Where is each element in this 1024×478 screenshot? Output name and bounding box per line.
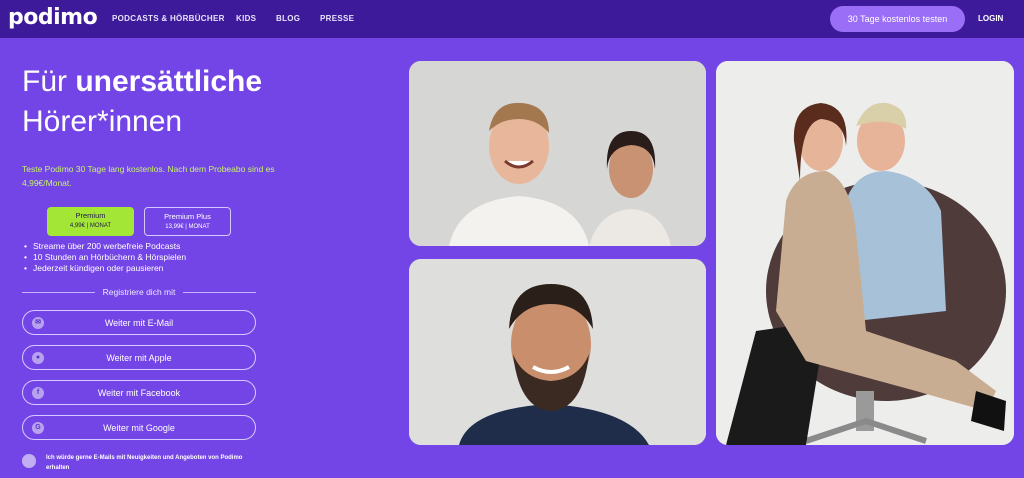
plan-premium-price: 4,99€ | MONAT xyxy=(69,223,112,229)
hero-title-bold: unersättliche xyxy=(75,65,263,98)
facebook-signup-button[interactable]: f Weiter mit Facebook xyxy=(22,380,256,405)
hosts-photo-duo xyxy=(409,61,706,246)
hero-title-line2: Hörer*innen xyxy=(22,105,183,138)
couple-photo-image xyxy=(716,61,1014,445)
apple-icon: ● xyxy=(32,352,44,364)
google-signup-button[interactable]: G Weiter mit Google xyxy=(22,415,256,440)
newsletter-consent-text: Ich würde gerne E-Mails mit Neuigkeiten … xyxy=(46,455,243,471)
plan-premium-name: Premium xyxy=(75,211,106,220)
apple-signup-button[interactable]: ● Weiter mit Apple xyxy=(22,345,256,370)
host-photo-single-image xyxy=(409,259,706,445)
plan-premium-plus-price: 13,99€ | MONAT xyxy=(165,224,210,230)
register-divider: Registriere dich mit xyxy=(22,286,256,298)
nav-podcasts-hoerbuecher[interactable]: PODCASTS & HÖRBÜCHER xyxy=(112,14,225,23)
facebook-icon: f xyxy=(32,387,44,399)
couple-photo xyxy=(716,61,1014,445)
facebook-signup-label: Weiter mit Facebook xyxy=(97,387,181,398)
feature-item: 10 Stunden an Hörbüchern & Hörspielen xyxy=(24,252,186,263)
feature-item: Jederzeit kündigen oder pausieren xyxy=(24,263,186,274)
apple-signup-label: Weiter mit Apple xyxy=(106,352,172,363)
podimo-logo[interactable]: podimo xyxy=(8,5,98,30)
login-link[interactable]: LOGIN xyxy=(978,14,1003,23)
mail-icon: ✉ xyxy=(32,317,44,329)
register-label: Registriere dich mit xyxy=(102,287,176,297)
hero-title-prefix: Für xyxy=(22,65,67,98)
plan-premium-plus-name: Premium Plus xyxy=(164,212,211,221)
nav-kids[interactable]: KIDS xyxy=(236,14,256,23)
feature-list: Streame über 200 werbefreie Podcasts 10 … xyxy=(24,241,186,274)
newsletter-checkbox[interactable] xyxy=(22,454,36,468)
email-signup-button[interactable]: ✉ Weiter mit E-Mail xyxy=(22,310,256,335)
host-photo-single xyxy=(409,259,706,445)
divider-line xyxy=(22,291,95,293)
free-trial-button[interactable]: 30 Tage kostenlos testen xyxy=(830,6,965,32)
google-signup-label: Weiter mit Google xyxy=(103,422,175,433)
email-signup-label: Weiter mit E-Mail xyxy=(104,317,174,328)
nav-presse[interactable]: PRESSE xyxy=(320,14,354,23)
google-icon: G xyxy=(32,422,44,434)
hero-title: Für unersättliche Hörer*innen xyxy=(22,62,382,142)
feature-item: Streame über 200 werbefreie Podcasts xyxy=(24,241,186,252)
trial-description: Teste Podimo 30 Tage lang kostenlos. Nac… xyxy=(22,164,275,188)
divider-line xyxy=(183,291,256,293)
top-navigation-bar: podimo PODCASTS & HÖRBÜCHER KIDS BLOG PR… xyxy=(0,0,1024,38)
nav-blog[interactable]: BLOG xyxy=(276,14,300,23)
plan-premium[interactable]: Premium 4,99€ | MONAT xyxy=(47,207,134,236)
plan-premium-plus[interactable]: Premium Plus 13,99€ | MONAT xyxy=(144,207,231,236)
hosts-photo-duo-image xyxy=(409,61,706,246)
